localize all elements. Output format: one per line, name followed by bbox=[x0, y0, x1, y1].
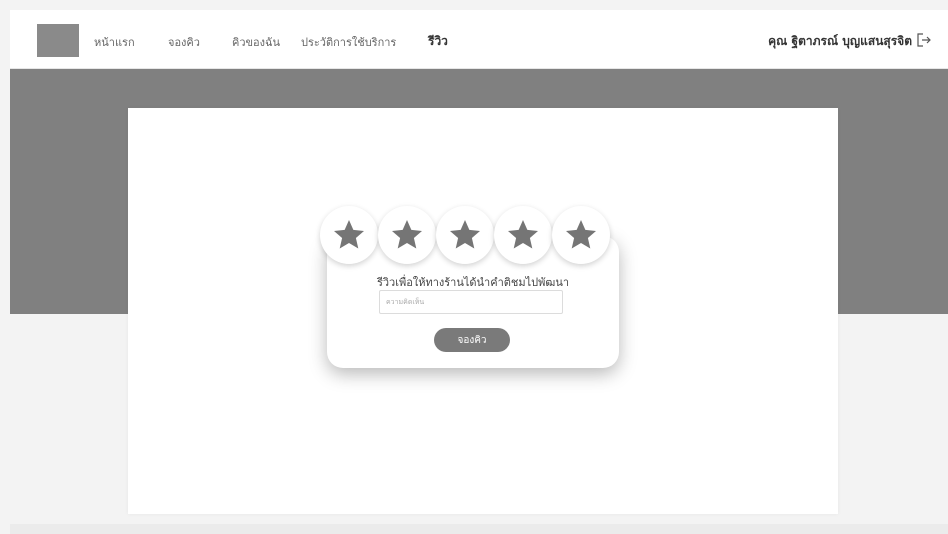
star-rating-button-3[interactable] bbox=[436, 206, 494, 264]
star-rating-button-5[interactable] bbox=[552, 206, 610, 264]
footer-strip bbox=[10, 524, 948, 534]
comment-input[interactable] bbox=[379, 290, 563, 314]
star-icon bbox=[392, 220, 422, 249]
star-rating-button-1[interactable] bbox=[320, 206, 378, 264]
star-icon bbox=[566, 220, 596, 249]
user-name[interactable]: คุณ ฐิตาภรณ์ บุญแสนสุรจิต bbox=[768, 32, 912, 51]
logout-icon[interactable] bbox=[916, 32, 932, 48]
star-rating-button-2[interactable] bbox=[378, 206, 436, 264]
star-icon bbox=[508, 220, 538, 249]
nav-item-my-queue[interactable]: คิวของฉัน bbox=[232, 33, 280, 51]
star-rating bbox=[320, 206, 628, 266]
star-rating-button-4[interactable] bbox=[494, 206, 552, 264]
review-prompt: รีวิวเพื่อให้ทางร้านได้นำคำติชมไปพัฒนา bbox=[376, 276, 570, 289]
brand-logo[interactable] bbox=[37, 24, 79, 57]
nav-item-home[interactable]: หน้าแรก bbox=[94, 33, 135, 51]
nav-item-book-queue[interactable]: จองคิว bbox=[168, 33, 200, 51]
star-icon bbox=[334, 220, 364, 249]
star-icon bbox=[450, 220, 480, 249]
submit-review-button[interactable]: จองคิว bbox=[434, 328, 510, 352]
nav-item-history[interactable]: ประวัติการใช้บริการ bbox=[301, 33, 396, 51]
top-navbar: หน้าแรก จองคิว คิวของฉัน ประวัติการใช้บร… bbox=[10, 10, 948, 69]
nav-item-review[interactable]: รีวิว bbox=[428, 32, 448, 51]
